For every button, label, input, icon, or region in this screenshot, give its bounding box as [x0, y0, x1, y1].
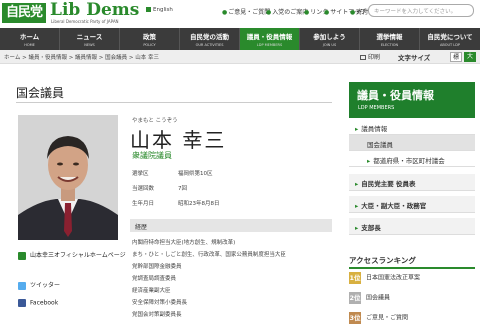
util-link-join[interactable]: ●入党のご案内	[266, 7, 308, 16]
sidebar-item-branch-chiefs[interactable]: ▸ 支部長	[349, 218, 475, 235]
sidebar-header: 議員・役員情報 LDP MEMBERS	[349, 82, 475, 118]
member-photo	[18, 115, 118, 240]
page-title: 国会議員	[16, 86, 65, 100]
ranking-divider	[349, 267, 475, 269]
member-name: 山本 幸三	[130, 128, 227, 152]
printer-icon	[360, 55, 366, 60]
nav-policy[interactable]: 政策 POLICY	[120, 28, 180, 50]
breadcrumb[interactable]: ホーム > 議員・役員情報 > 議員情報 > 国会議員 > 山本 幸三	[4, 53, 159, 61]
logo-subtitle: Liberal Democratic Party of JAPAN	[51, 19, 119, 24]
ranking-heading: アクセスランキング	[349, 256, 416, 265]
official-homepage-link[interactable]: 山本幸三オフィシャルホームページ	[18, 250, 126, 260]
site-header: 自民党 Lib Dems Liberal Democratic Party of…	[0, 0, 480, 28]
nav-join[interactable]: 参加しよう JOIN US	[300, 28, 360, 50]
ranking-item[interactable]: 3位 ご意見・ご質問	[349, 312, 408, 324]
facebook-link[interactable]: Facebook	[18, 299, 58, 307]
nav-members[interactable]: 議員・役員情報 LDP MEMBERS	[240, 28, 300, 50]
sidebar-item-ministers[interactable]: ▸ 大臣・副大臣・政務官	[349, 196, 475, 213]
career-item: 党国会対策副委員長	[132, 312, 182, 318]
home-icon	[18, 251, 26, 260]
nav-activities[interactable]: 自民党の活動 OUR ACTIVITIES	[180, 28, 240, 50]
util-link-donate[interactable]: ●寄付	[350, 7, 368, 16]
twitter-icon	[18, 281, 26, 290]
career-item: まち・ひと・しごと創生、行政改革、国家公務員制度担当大臣	[132, 252, 286, 258]
sidebar-item-officers[interactable]: ▸ 自民党主要 役員表	[349, 174, 475, 191]
info-district: 選挙区 福岡県第10区	[132, 171, 213, 177]
career-item: 党幹部国際金融委員	[132, 264, 182, 270]
ranking-item[interactable]: 2位 国会議員	[349, 292, 390, 304]
career-item: 経済産業副大臣	[132, 288, 171, 294]
english-link[interactable]: English	[146, 7, 173, 13]
twitter-link[interactable]: ツイッター	[18, 280, 60, 290]
sidebar-item-local-assembly[interactable]: ▸ 都道府県・市区町村議会	[349, 151, 475, 167]
search-input[interactable]: キーワードを入力してください。	[368, 4, 474, 17]
global-nav: ホーム HOME ニュース NEWS 政策 POLICY 自民党の活動 OUR ACTI…	[0, 28, 480, 50]
career-item: 党調査局調査委員	[132, 276, 177, 282]
font-size-label: 文字サイズ	[398, 54, 431, 62]
nav-election[interactable]: 選挙情報 ELECTION	[360, 28, 420, 50]
sidebar-item-diet-members[interactable]: 国会議員	[349, 135, 475, 151]
nav-about[interactable]: 自民党について ABOUT LDP	[420, 28, 480, 50]
font-size-large-button[interactable]: 大	[464, 52, 476, 62]
logo-en[interactable]: Lib Dems	[50, 0, 139, 20]
career-item: 安全保障対策小委員長	[132, 300, 188, 306]
square-icon	[146, 7, 151, 12]
member-role: 衆議院議員	[132, 151, 172, 160]
info-terms: 当選回数 7回	[132, 186, 187, 192]
print-button[interactable]: 印刷	[360, 52, 380, 61]
logo-jp[interactable]: 自民党	[2, 3, 46, 23]
name-ruby: やまもと こうぞう	[132, 118, 178, 124]
nav-home[interactable]: ホーム HOME	[0, 28, 60, 50]
util-link-feedback[interactable]: ●ご意見・ご質問	[222, 7, 270, 16]
title-divider	[16, 102, 332, 103]
career-item: 内閣府特命担当大臣(地方創生、規制改革)	[132, 240, 236, 246]
info-birthday: 生年月日 昭和23年8月8日	[132, 201, 220, 207]
ranking-item[interactable]: 1位 日本国憲法改正草案	[349, 272, 420, 284]
portrait-image	[18, 115, 118, 240]
nav-news[interactable]: ニュース NEWS	[60, 28, 120, 50]
facebook-icon	[18, 299, 26, 307]
sidebar-item-members[interactable]: ▸ 議員情報	[349, 119, 475, 135]
font-size-medium-button[interactable]: 標	[450, 52, 462, 62]
career-heading: 経歴	[130, 219, 332, 232]
